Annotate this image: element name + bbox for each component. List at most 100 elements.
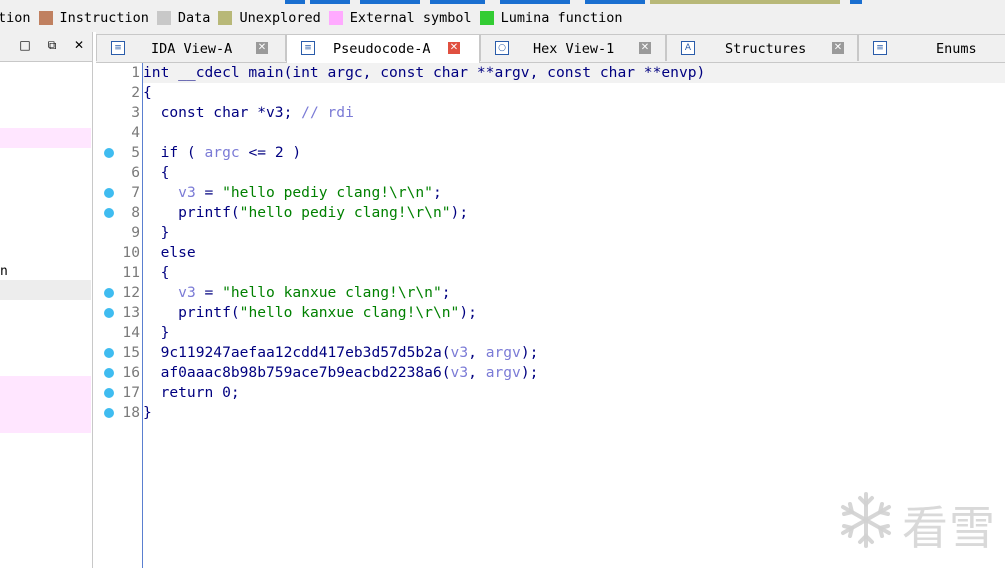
code-text: return 0; — [143, 384, 240, 401]
tab-enums[interactable]: ≡ Enums — [858, 34, 1005, 61]
code-line[interactable]: 4 — [96, 123, 1005, 143]
function-row-fragment[interactable]: n — [0, 264, 91, 280]
code-string: "hello pediy clang!\r\n" — [239, 204, 451, 221]
tab-ida-view-a[interactable]: ≡ IDA View-A ✕ — [96, 34, 286, 61]
code-line[interactable]: 7 v3 = "hello pediy clang!\r\n"; — [96, 183, 1005, 203]
breakpoint-dot-icon[interactable] — [104, 368, 114, 378]
tab-pseudocode-a[interactable]: ≡ Pseudocode-A ✕ — [286, 34, 480, 63]
code-line[interactable]: 13 printf("hello kanxue clang!\r\n"); — [96, 303, 1005, 323]
legend-swatch — [218, 11, 233, 25]
breakpoint-dot-icon[interactable] — [104, 208, 114, 218]
function-row-selected[interactable] — [0, 280, 91, 300]
code-token: printf( — [143, 204, 240, 221]
ida-view-icon: ≡ — [111, 41, 125, 55]
legend-item-external-symbol: External symbol — [328, 10, 472, 26]
code-string: "hello kanxue clang!\r\n" — [222, 284, 442, 301]
pseudocode-icon: ≡ — [301, 41, 315, 55]
line-number: 13 — [122, 304, 140, 321]
code-line[interactable]: 5 if ( argc <= 2 ) — [96, 143, 1005, 163]
code-variable: v3 — [450, 364, 469, 381]
tab-label: Pseudocode-A — [333, 41, 431, 57]
breakpoint-dot-icon[interactable] — [104, 388, 114, 398]
code-token: , — [468, 364, 486, 381]
tab-label: Enums — [936, 41, 977, 57]
enums-icon: ≡ — [873, 41, 887, 55]
functions-panel: □ ⧉ ✕ n — [0, 32, 93, 568]
close-icon[interactable]: ✕ — [256, 42, 268, 54]
code-line[interactable]: 3 const char *v3; // rdi — [96, 103, 1005, 123]
tab-label: Structures — [725, 41, 807, 57]
code-line[interactable]: 17 return 0; — [96, 383, 1005, 403]
watermark-text: 看雪 — [902, 501, 996, 555]
line-number: 9 — [131, 224, 140, 241]
code-variable: v3 — [450, 344, 469, 361]
code-line[interactable]: 16 af0aaac8b98b759ace7b9eacbd2238a6(v3, … — [96, 363, 1005, 383]
float-icon[interactable]: ⧉ — [45, 38, 59, 52]
breakpoint-dot-icon[interactable] — [104, 408, 114, 418]
function-row-highlight[interactable] — [0, 128, 91, 148]
legend-item-instruction-fragment: tion — [0, 10, 31, 26]
code-line[interactable]: 15 9c119247aefaa12cdd417eb3d57d5b2a(v3, … — [96, 343, 1005, 363]
tab-label: IDA View-A — [151, 41, 233, 57]
hex-view-icon: ○ — [495, 41, 509, 55]
breakpoint-dot-icon[interactable] — [104, 188, 114, 198]
close-icon[interactable]: ✕ — [832, 42, 844, 54]
legend-item-unexplored: Unexplored — [218, 10, 321, 26]
restore-icon[interactable]: □ — [18, 38, 32, 52]
legend-label: Lumina function — [500, 10, 623, 26]
line-number: 16 — [122, 364, 140, 381]
code-token: ); — [520, 364, 539, 381]
code-token: ); — [459, 304, 477, 321]
line-number: 15 — [122, 344, 140, 361]
legend-item-lumina-function: Lumina function — [479, 10, 623, 26]
legend-label: Instruction — [59, 10, 149, 26]
legend-swatch — [156, 11, 171, 25]
close-icon[interactable]: ✕ — [72, 38, 86, 52]
functions-panel-header: □ ⧉ ✕ — [0, 32, 92, 62]
legend-swatch — [479, 11, 494, 25]
code-text: printf("hello kanxue clang!\r\n"); — [143, 303, 477, 323]
line-number: 4 — [131, 124, 140, 141]
code-text: 9c119247aefaa12cdd417eb3d57d5b2a(v3, arg… — [143, 343, 539, 363]
code-text: else — [143, 244, 196, 261]
code-line[interactable]: 11 { — [96, 263, 1005, 283]
legend-label: External symbol — [349, 10, 472, 26]
breakpoint-dot-icon[interactable] — [104, 348, 114, 358]
close-icon[interactable]: ✕ — [639, 42, 651, 54]
line-number: 2 — [131, 84, 140, 101]
legend-label: Data — [177, 10, 211, 26]
breakpoint-dot-icon[interactable] — [104, 148, 114, 158]
code-line[interactable]: 14 } — [96, 323, 1005, 343]
function-row-external[interactable] — [0, 376, 91, 433]
breakpoint-dot-icon[interactable] — [104, 288, 114, 298]
code-line[interactable]: 2 { — [96, 83, 1005, 103]
line-number: 5 — [131, 144, 140, 161]
tab-hex-view-1[interactable]: ○ Hex View-1 ✕ — [480, 34, 666, 61]
code-line[interactable]: 6 { — [96, 163, 1005, 183]
code-line[interactable]: 1 int __cdecl main(int argc, const char … — [96, 63, 1005, 83]
legend-label: Unexplored — [239, 10, 321, 26]
tab-structures[interactable]: A Structures ✕ — [666, 34, 858, 61]
code-text: v3 = "hello kanxue clang!\r\n"; — [143, 283, 451, 303]
line-number: 7 — [131, 184, 140, 201]
code-line[interactable]: 18 } — [96, 403, 1005, 423]
legend-label: tion — [0, 10, 31, 26]
tab-bar: ≡ IDA View-A ✕ ≡ Pseudocode-A ✕ ○ Hex Vi… — [96, 32, 1005, 63]
watermark: 看雪 — [836, 488, 996, 555]
code-token: = — [195, 184, 223, 201]
function-row-label: n — [0, 264, 8, 279]
structures-icon: A — [681, 41, 695, 55]
code-text: printf("hello pediy clang!\r\n"); — [143, 203, 468, 223]
code-line[interactable]: 12 v3 = "hello kanxue clang!\r\n"; — [96, 283, 1005, 303]
snowflake-icon — [841, 492, 891, 548]
code-token: ; — [441, 284, 451, 301]
code-line[interactable]: 8 printf("hello pediy clang!\r\n"); — [96, 203, 1005, 223]
code-text: } — [143, 324, 170, 341]
code-line[interactable]: 10 else — [96, 243, 1005, 263]
code-line[interactable]: 9 } — [96, 223, 1005, 243]
code-token: <= 2 ) — [239, 144, 302, 161]
breakpoint-dot-icon[interactable] — [104, 308, 114, 318]
code-text: v3 = "hello pediy clang!\r\n"; — [143, 183, 442, 203]
close-icon[interactable]: ✕ — [448, 42, 460, 54]
code-variable: v3 — [178, 284, 196, 301]
